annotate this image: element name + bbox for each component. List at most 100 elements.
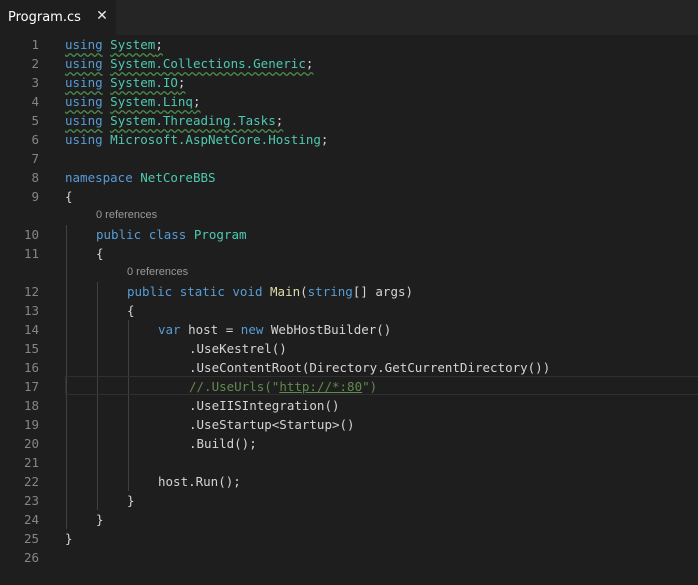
code-line: 24 }	[0, 510, 698, 529]
code-line: 23 }	[0, 491, 698, 510]
namespace-ref: System.Threading.Tasks	[110, 113, 276, 128]
code-line: 13 {	[0, 301, 698, 320]
code-text[interactable]: using Microsoft.AspNetCore.Hosting;	[65, 130, 328, 149]
punctuation: ()	[376, 322, 392, 337]
line-number: 26	[23, 550, 39, 565]
code-text[interactable]: {	[127, 301, 135, 320]
tab-program-cs[interactable]: Program.cs ✕	[0, 0, 116, 35]
code-text[interactable]: {	[96, 244, 104, 263]
code-text[interactable]: using System.Collections.Generic;	[65, 54, 313, 73]
code-line: 11 {	[0, 244, 698, 263]
code-text[interactable]: {	[65, 187, 73, 206]
close-icon[interactable]: ✕	[94, 7, 110, 25]
code-text[interactable]: public static void Main(string[] args)	[127, 282, 413, 301]
line-number: 18	[23, 398, 39, 413]
namespace-ref: System.Linq	[110, 94, 193, 109]
code-text[interactable]: host.Run();	[158, 472, 241, 491]
code-line: 26	[0, 548, 698, 567]
line-number: 19	[23, 417, 39, 432]
line-number: 14	[23, 322, 39, 337]
code-line: 19 .UseStartup<Startup>()	[0, 415, 698, 434]
line-number: 7	[31, 151, 39, 166]
line-number: 11	[23, 246, 39, 261]
punctuation: )	[405, 284, 414, 299]
code-text[interactable]: using System;	[65, 35, 163, 54]
code-text[interactable]: .UseIISIntegration()	[189, 396, 340, 415]
tab-bar: Program.cs ✕	[0, 0, 698, 35]
line-number: 10	[23, 227, 39, 242]
code-line: 15 .UseKestrel()	[0, 339, 698, 358]
punctuation: []	[352, 284, 376, 299]
keyword: static	[179, 284, 225, 299]
line-number: 1	[31, 37, 39, 52]
line-number: 17	[23, 379, 39, 394]
code-text[interactable]: }	[127, 491, 135, 510]
namespace-ref: System.Collections.Generic	[110, 56, 306, 71]
keyword: public	[96, 227, 142, 242]
code-text[interactable]: using System.IO;	[65, 73, 185, 92]
keyword: new	[240, 322, 264, 337]
keyword: using	[65, 132, 103, 147]
code-text[interactable]: .UseStartup<Startup>()	[189, 415, 355, 434]
punctuation: ;	[177, 75, 186, 90]
line-number: 16	[23, 360, 39, 375]
namespace-ref: System.IO	[110, 75, 178, 90]
comment-link[interactable]: http://*:80	[279, 379, 362, 394]
comment-fragment: ")	[362, 379, 378, 394]
line-number: 21	[23, 455, 39, 470]
code-text[interactable]: .UseContentRoot(Directory.GetCurrentDire…	[189, 358, 550, 377]
code-line: 14 var host = new WebHostBuilder()	[0, 320, 698, 339]
line-number: 6	[31, 132, 39, 147]
codelens-references[interactable]: 0 references	[127, 263, 188, 282]
line-number: 8	[31, 170, 39, 185]
keyword: using	[65, 94, 103, 109]
punctuation: ;	[155, 37, 163, 52]
comment-text[interactable]: //.UseUrls("http://*:80")	[189, 377, 377, 396]
line-number: 9	[31, 189, 39, 204]
punctuation: ;	[305, 56, 314, 71]
code-line: 8 namespace NetCoreBBS	[0, 168, 698, 187]
punctuation: ;	[275, 113, 284, 128]
keyword: using	[65, 113, 103, 128]
code-text[interactable]: .UseKestrel()	[189, 339, 287, 358]
line-number: 12	[23, 284, 39, 299]
tab-label[interactable]: Program.cs	[8, 10, 81, 25]
code-text[interactable]: .Build();	[189, 434, 257, 453]
punctuation: ;	[320, 132, 329, 147]
code-editor[interactable]: 1 using System; 2 using System.Collectio…	[0, 35, 698, 585]
line-number: 22	[23, 474, 39, 489]
keyword: void	[232, 284, 263, 299]
line-number: 15	[23, 341, 39, 356]
line-number: 4	[31, 94, 39, 109]
code-line: 7	[0, 149, 698, 168]
code-text[interactable]: }	[65, 529, 73, 548]
code-line: 21	[0, 453, 698, 472]
code-line: 20 .Build();	[0, 434, 698, 453]
keyword: var	[158, 322, 181, 337]
line-number: 3	[31, 75, 39, 90]
code-text[interactable]: namespace NetCoreBBS	[65, 168, 216, 187]
code-line: 2 using System.Collections.Generic;	[0, 54, 698, 73]
code-text[interactable]: }	[96, 510, 104, 529]
keyword: public	[127, 284, 173, 299]
code-text[interactable]: using System.Linq;	[65, 92, 201, 111]
line-number: 25	[23, 531, 39, 546]
codelens-references[interactable]: 0 references	[96, 206, 157, 225]
namespace-ref: Microsoft.AspNetCore.Hosting	[110, 132, 321, 147]
code-text[interactable]: var host = new WebHostBuilder()	[158, 320, 391, 339]
code-line: 17 //.UseUrls("http://*:80")	[0, 377, 698, 396]
parameter: args	[375, 284, 406, 299]
code-line: 3 using System.IO;	[0, 73, 698, 92]
line-number: 20	[23, 436, 39, 451]
namespace-name: NetCoreBBS	[140, 170, 216, 185]
line-number: 23	[23, 493, 39, 508]
line-number: 24	[23, 512, 39, 527]
namespace-ref: System	[110, 37, 156, 52]
method-name: Main	[270, 284, 301, 299]
line-number: 2	[31, 56, 39, 71]
code-fragment: host =	[180, 322, 241, 337]
code-line: 5 using System.Threading.Tasks;	[0, 111, 698, 130]
code-text[interactable]: public class Program	[96, 225, 247, 244]
code-line: 16 .UseContentRoot(Directory.GetCurrentD…	[0, 358, 698, 377]
code-text[interactable]: using System.Threading.Tasks;	[65, 111, 283, 130]
